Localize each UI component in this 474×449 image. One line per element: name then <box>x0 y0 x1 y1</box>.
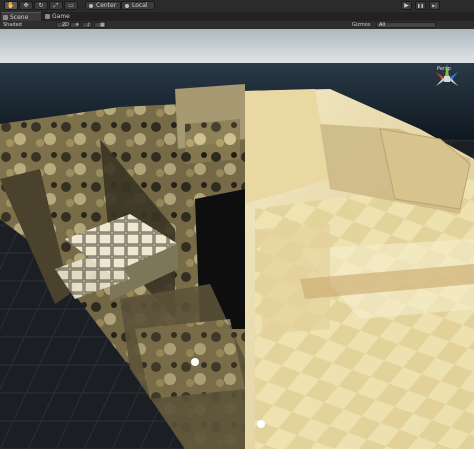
scene-viewport[interactable]: Persp <box>0 29 474 449</box>
neg-x-axis-cone[interactable] <box>436 78 445 86</box>
pivot-mode-toggle[interactable]: Center <box>85 1 121 10</box>
audio-toggle[interactable]: ♪ <box>82 22 92 28</box>
lighting-toggle[interactable]: ☀ <box>70 22 80 28</box>
view-tabs: Scene Game <box>0 12 474 21</box>
tab-game-label: Game <box>52 13 70 20</box>
rotate-tool-button[interactable]: ↻ <box>34 1 48 10</box>
play-icon: ▶ <box>404 2 409 9</box>
scene-render <box>0 29 474 449</box>
tab-scene-label: Scene <box>10 14 29 21</box>
light-probe <box>191 358 199 366</box>
hand-tool-button[interactable]: ✋ <box>4 1 18 10</box>
pivot-space-label: Local <box>132 2 148 9</box>
pause-button[interactable]: ❚❚ <box>415 1 426 10</box>
gizmo-center[interactable] <box>444 76 450 82</box>
light-probe <box>257 420 265 428</box>
sun-icon: ☀ <box>75 22 80 28</box>
hand-icon: ✋ <box>7 2 15 9</box>
shading-mode-dropdown[interactable]: Shaded <box>3 21 22 29</box>
tab-scene[interactable]: Scene <box>1 12 41 21</box>
pivot-space-toggle[interactable]: Local <box>121 1 155 10</box>
scale-tool-button[interactable]: ⤢ <box>49 1 63 10</box>
search-placeholder: All <box>379 22 386 28</box>
rect-tool-button[interactable]: ▭ <box>64 1 78 10</box>
move-tool-button[interactable]: ✥ <box>19 1 33 10</box>
neg-z-axis-cone[interactable] <box>449 78 458 86</box>
mode-2d-toggle[interactable]: 2D <box>56 22 70 28</box>
pivot-mode-label: Center <box>96 2 117 9</box>
scene-search-input[interactable]: All <box>376 22 436 28</box>
play-button[interactable]: ▶ <box>401 1 412 10</box>
projection-label[interactable]: Persp <box>437 66 451 72</box>
pause-icon: ❚❚ <box>417 3 424 8</box>
speaker-icon: ♪ <box>87 22 91 28</box>
local-space-icon <box>125 4 129 8</box>
step-button[interactable]: ▶| <box>429 1 440 10</box>
game-tab-icon <box>45 14 50 19</box>
effects-toggle[interactable]: ▦ <box>94 22 106 28</box>
scale-icon: ⤢ <box>53 2 59 9</box>
pivot-icon <box>89 4 93 8</box>
step-icon: ▶| <box>432 3 437 8</box>
scene-tab-icon <box>3 15 8 20</box>
move-icon: ✥ <box>23 2 29 9</box>
rotate-icon: ↻ <box>38 2 44 9</box>
rect-tool-icon: ▭ <box>68 2 74 9</box>
tab-game[interactable]: Game <box>43 12 83 21</box>
effects-icon: ▦ <box>100 22 105 28</box>
gizmos-dropdown[interactable]: Gizmos <box>352 21 370 29</box>
mode-2d-label: 2D <box>62 22 70 28</box>
